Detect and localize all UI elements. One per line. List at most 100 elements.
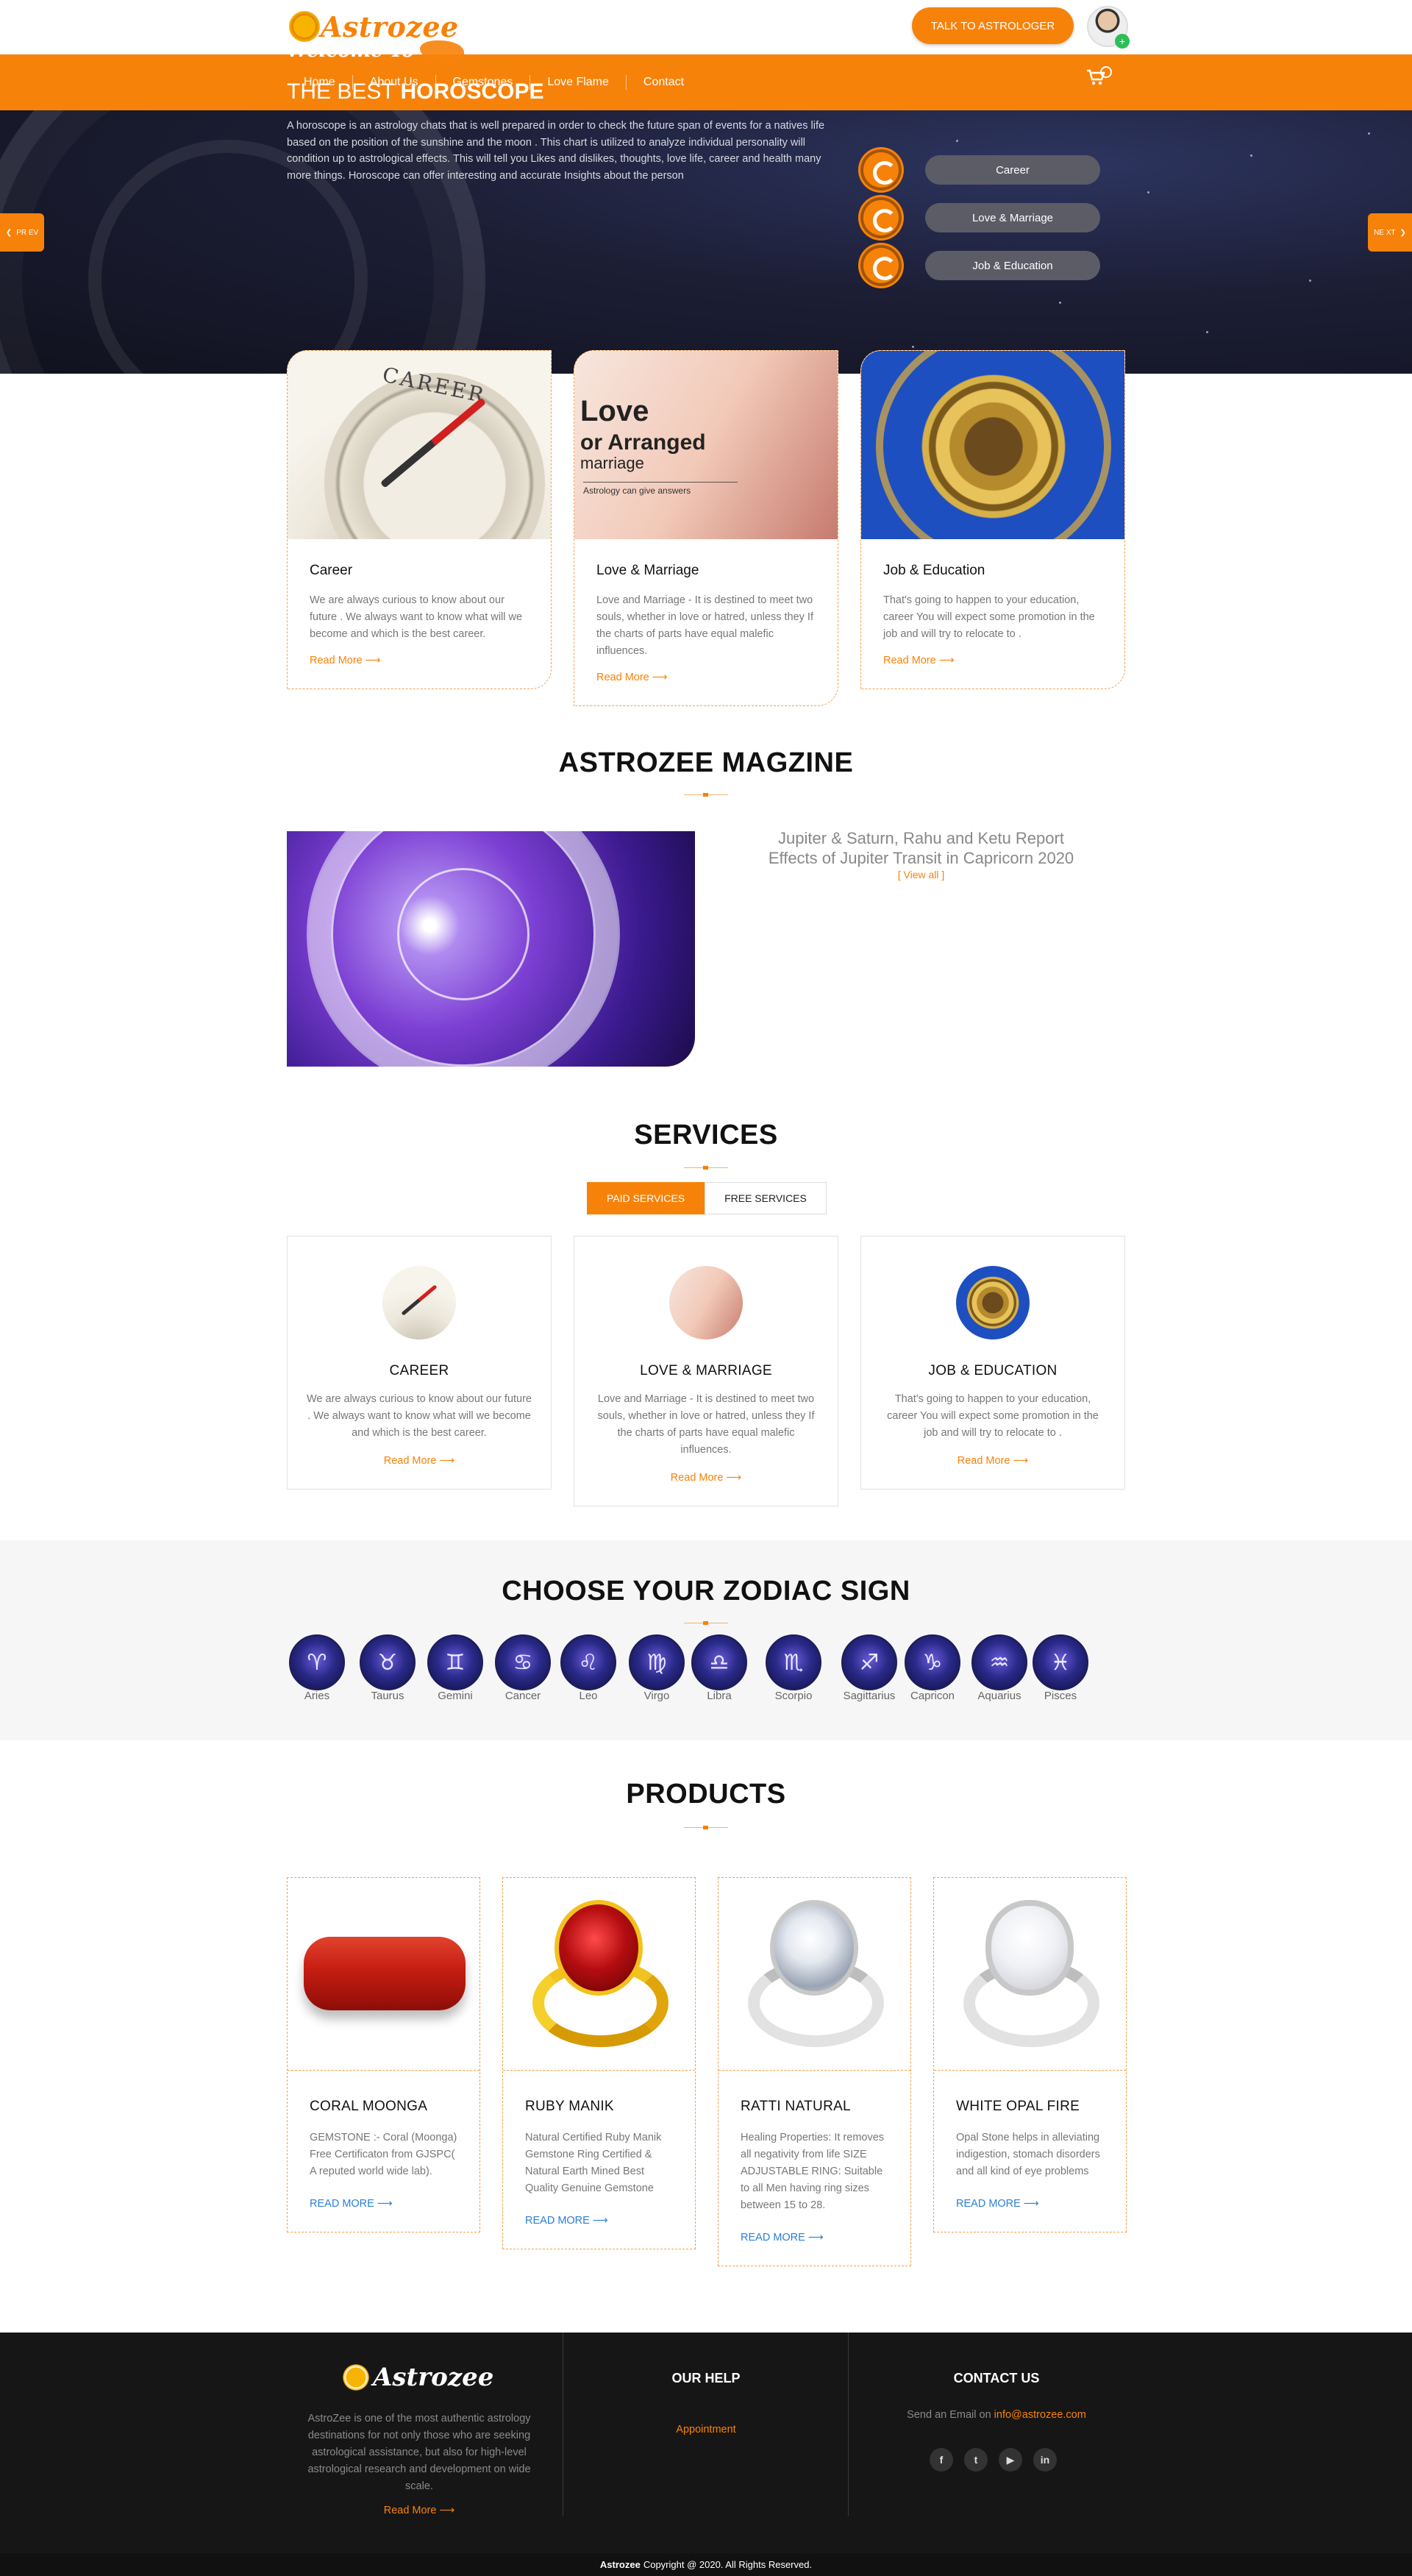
tab-paid-services[interactable]: PAID SERVICES <box>587 1182 705 1214</box>
read-more-link[interactable]: READ MORE ⟶ <box>310 2198 457 2210</box>
sun-face <box>963 1273 1022 1332</box>
read-more-link[interactable]: Read More ⟶ <box>883 655 1102 666</box>
hero-item-label[interactable]: Career <box>925 155 1100 185</box>
hero-item-label[interactable]: Job & Education <box>925 251 1100 280</box>
facebook-icon[interactable]: f <box>930 2448 953 2472</box>
zodiac-sign-cancer[interactable]: ♋ <box>495 1634 551 1690</box>
zodiac-sign-aquarius[interactable]: ♒ <box>971 1634 1027 1690</box>
footer-logo-text: Astrozee <box>373 2363 494 2392</box>
opal-ring-image[interactable] <box>934 1878 1126 2071</box>
cancer-icon: ♋ <box>513 1650 533 1675</box>
welcome-text: Welcome To <box>287 40 415 62</box>
footer-logo[interactable]: Astrozee <box>335 2356 493 2399</box>
magazine-zodiac-image[interactable] <box>287 831 695 1067</box>
email-link[interactable]: info@astrozee.com <box>994 2409 1086 2421</box>
star-decoration <box>1059 302 1061 304</box>
nav-love-flame[interactable]: Love Flame <box>530 75 627 90</box>
aries-icon <box>860 245 902 286</box>
zodiac-sign-aries[interactable]: ♈ <box>289 1634 345 1690</box>
read-more-link[interactable]: READ MORE ⟶ <box>525 2215 673 2227</box>
chevron-left-icon: ❮ <box>5 228 13 237</box>
zodiac-sign-virgo[interactable]: ♍ <box>629 1634 685 1690</box>
star-decoration <box>912 346 914 348</box>
tab-free-services[interactable]: FREE SERVICES <box>705 1182 827 1214</box>
coral-image[interactable] <box>288 1878 479 2071</box>
product-card-ruby-manik: RUBY MANIK Natural Certified Ruby Manik … <box>502 1877 696 2249</box>
aquarius-icon: ♒ <box>989 1650 1010 1675</box>
coral-stone <box>304 1937 466 2010</box>
nav-contact[interactable]: Contact <box>627 75 701 90</box>
chevron-right-icon: ❯ <box>1399 228 1406 237</box>
zodiac-sign-libra[interactable]: ♎ <box>691 1634 747 1690</box>
zodiac-sign-capricon[interactable]: ♑ <box>905 1634 960 1690</box>
zodiac-sign-taurus[interactable]: ♉ <box>360 1634 416 1690</box>
product-card-white-opal-fire: WHITE OPAL FIRE Opal Stone helps in alle… <box>933 1877 1127 2232</box>
zodiac-sign-scorpio[interactable]: ♏ <box>766 1634 821 1690</box>
view-all-link[interactable]: [ View all ] <box>735 868 1107 881</box>
hero-title-prefix: THE BEST <box>287 79 395 104</box>
read-more-link[interactable]: Read More ⟶ <box>574 1472 838 1484</box>
aries-icon <box>860 197 902 238</box>
libra-icon: ♎ <box>709 1650 730 1675</box>
read-more-link[interactable]: Read More ⟶ <box>596 672 816 683</box>
love-marriage-image: Love or Arranged marriage Astrology can … <box>574 351 838 539</box>
prev-label: PR EV <box>16 228 39 237</box>
product-title: CORAL MOONGA <box>310 2099 428 2114</box>
ruby-ring-image[interactable] <box>503 1878 695 2071</box>
cart-search-icon[interactable] <box>1085 66 1112 90</box>
youtube-icon[interactable]: ▶ <box>999 2448 1022 2472</box>
product-card-coral-moonga: CORAL MOONGA GEMSTONE :- Coral (Moonga) … <box>287 1877 480 2232</box>
read-more-link[interactable]: READ MORE ⟶ <box>741 2232 888 2244</box>
zodiac-label[interactable]: Aries <box>277 1690 357 1702</box>
online-plus-icon: + <box>1115 34 1130 49</box>
talk-to-astrologer-button[interactable]: TALK TO ASTROLOGER <box>912 7 1074 44</box>
hero-item-label[interactable]: Love & Marriage <box>925 203 1100 232</box>
zodiac-sign-pisces[interactable]: ♓ <box>1033 1634 1088 1690</box>
taurus-icon: ♉ <box>377 1650 398 1675</box>
service-card-love-marriage: LOVE & MARRIAGE Love and Marriage - It i… <box>574 1236 838 1506</box>
aries-ram-icon <box>420 40 465 63</box>
feature-title: Love & Marriage <box>596 563 699 578</box>
image-text: or Arranged <box>580 430 706 455</box>
services-title: SERVICES <box>634 1120 778 1150</box>
appointment-link[interactable]: Appointment <box>566 2424 846 2436</box>
pisces-icon: ♓ <box>1050 1650 1071 1675</box>
page: Astrozee TALK TO ASTROLOGER + Home About… <box>0 0 1412 2576</box>
social-links: f t ▶ in <box>930 2448 1057 2472</box>
zodiac-sign-gemini[interactable]: ♊ <box>427 1634 483 1690</box>
zodiac-label[interactable]: Pisces <box>1020 1690 1101 1702</box>
twitter-icon[interactable]: t <box>964 2448 988 2472</box>
footer-read-more-link[interactable]: Read More ⟶ <box>305 2505 533 2516</box>
hero-item-career[interactable]: Career <box>860 149 1110 191</box>
star-decoration <box>1368 132 1370 135</box>
zodiac-label[interactable]: Libra <box>679 1690 760 1702</box>
slider-next-button[interactable]: NE XT ❯ <box>1368 213 1412 252</box>
read-more-link[interactable]: Read More ⟶ <box>288 1455 551 1467</box>
compass-needle <box>401 1284 438 1316</box>
read-more-link[interactable]: READ MORE ⟶ <box>956 2198 1104 2210</box>
magazine-article-link[interactable]: Jupiter & Saturn, Rahu and Ketu Report <box>735 828 1107 848</box>
zodiac-label[interactable]: Scorpio <box>753 1690 834 1702</box>
image-text: Astrology can give answers <box>583 482 738 496</box>
linkedin-icon[interactable]: in <box>1033 2448 1057 2472</box>
read-more-link[interactable]: Read More ⟶ <box>310 655 529 666</box>
feature-title: Job & Education <box>883 563 985 578</box>
read-more-link[interactable]: Read More ⟶ <box>861 1455 1124 1467</box>
feature-text: We are always curious to know about our … <box>310 594 523 640</box>
diamond-ring-image[interactable] <box>719 1878 910 2071</box>
zodiac-sign-leo[interactable]: ♌ <box>560 1634 616 1690</box>
hero-item-job-education[interactable]: Job & Education <box>860 245 1110 286</box>
contact-title-bold: US <box>1021 2371 1040 2385</box>
footer: Astrozee AstroZee is one of the most aut… <box>0 2333 1412 2553</box>
zodiac-sign-sagittarius[interactable]: ♐ <box>841 1634 897 1690</box>
feature-card-career: CAREER Career We are always curious to k… <box>287 350 552 689</box>
sun-face <box>913 366 1074 527</box>
copyright-bar: Astrozee Copyright @ 2020. All Rights Re… <box>0 2553 1412 2576</box>
slider-prev-button[interactable]: ❮ PR EV <box>0 213 44 252</box>
aries-icon <box>860 149 902 191</box>
magazine-article-link[interactable]: Effects of Jupiter Transit in Capricorn … <box>735 848 1107 868</box>
leo-icon: ♌ <box>578 1650 599 1675</box>
user-avatar[interactable]: + <box>1087 6 1130 49</box>
hero-item-love-marriage[interactable]: Love & Marriage <box>860 197 1110 238</box>
magazine-title-bold: MAGZINE <box>721 747 854 778</box>
